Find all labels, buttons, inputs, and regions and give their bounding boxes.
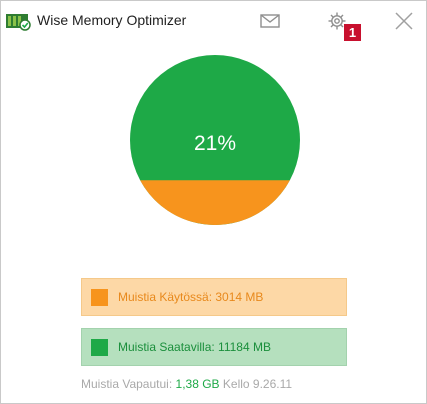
mail-icon [257, 14, 283, 37]
close-icon [391, 12, 417, 37]
app-logo-icon [6, 11, 31, 31]
used-memory-label: Muistia Käytössä: 3014 MB [118, 290, 264, 304]
window-title: Wise Memory Optimizer [37, 12, 187, 28]
status-footer: Muistia Vapautui: 1,38 GB Kello 9.26.11 [81, 377, 292, 391]
time-label: Kello [222, 377, 250, 391]
available-swatch [91, 339, 108, 356]
used-swatch [91, 289, 108, 306]
available-memory-label: Muistia Saatavilla: 11184 MB [118, 340, 271, 354]
time-value: 9.26.11 [252, 377, 293, 391]
close-button[interactable] [391, 9, 417, 33]
title-bar[interactable]: Wise Memory Optimizer 1 [1, 1, 426, 41]
used-memory-slice [140, 180, 290, 225]
mail-button[interactable] [257, 9, 283, 33]
memory-pie-chart: 21% [129, 54, 301, 226]
freed-memory-value: 1,38 GB [175, 377, 220, 391]
annotation-badge: 1 [344, 24, 361, 41]
available-memory-legend: Muistia Saatavilla: 11184 MB [81, 328, 347, 366]
used-memory-legend: Muistia Käytössä: 3014 MB [81, 278, 347, 316]
used-percent-label: 21% [193, 132, 237, 155]
freed-memory-label: Muistia Vapautui: [81, 377, 173, 391]
app-window: Wise Memory Optimizer 1 21% Muistia Käyt… [0, 0, 427, 404]
